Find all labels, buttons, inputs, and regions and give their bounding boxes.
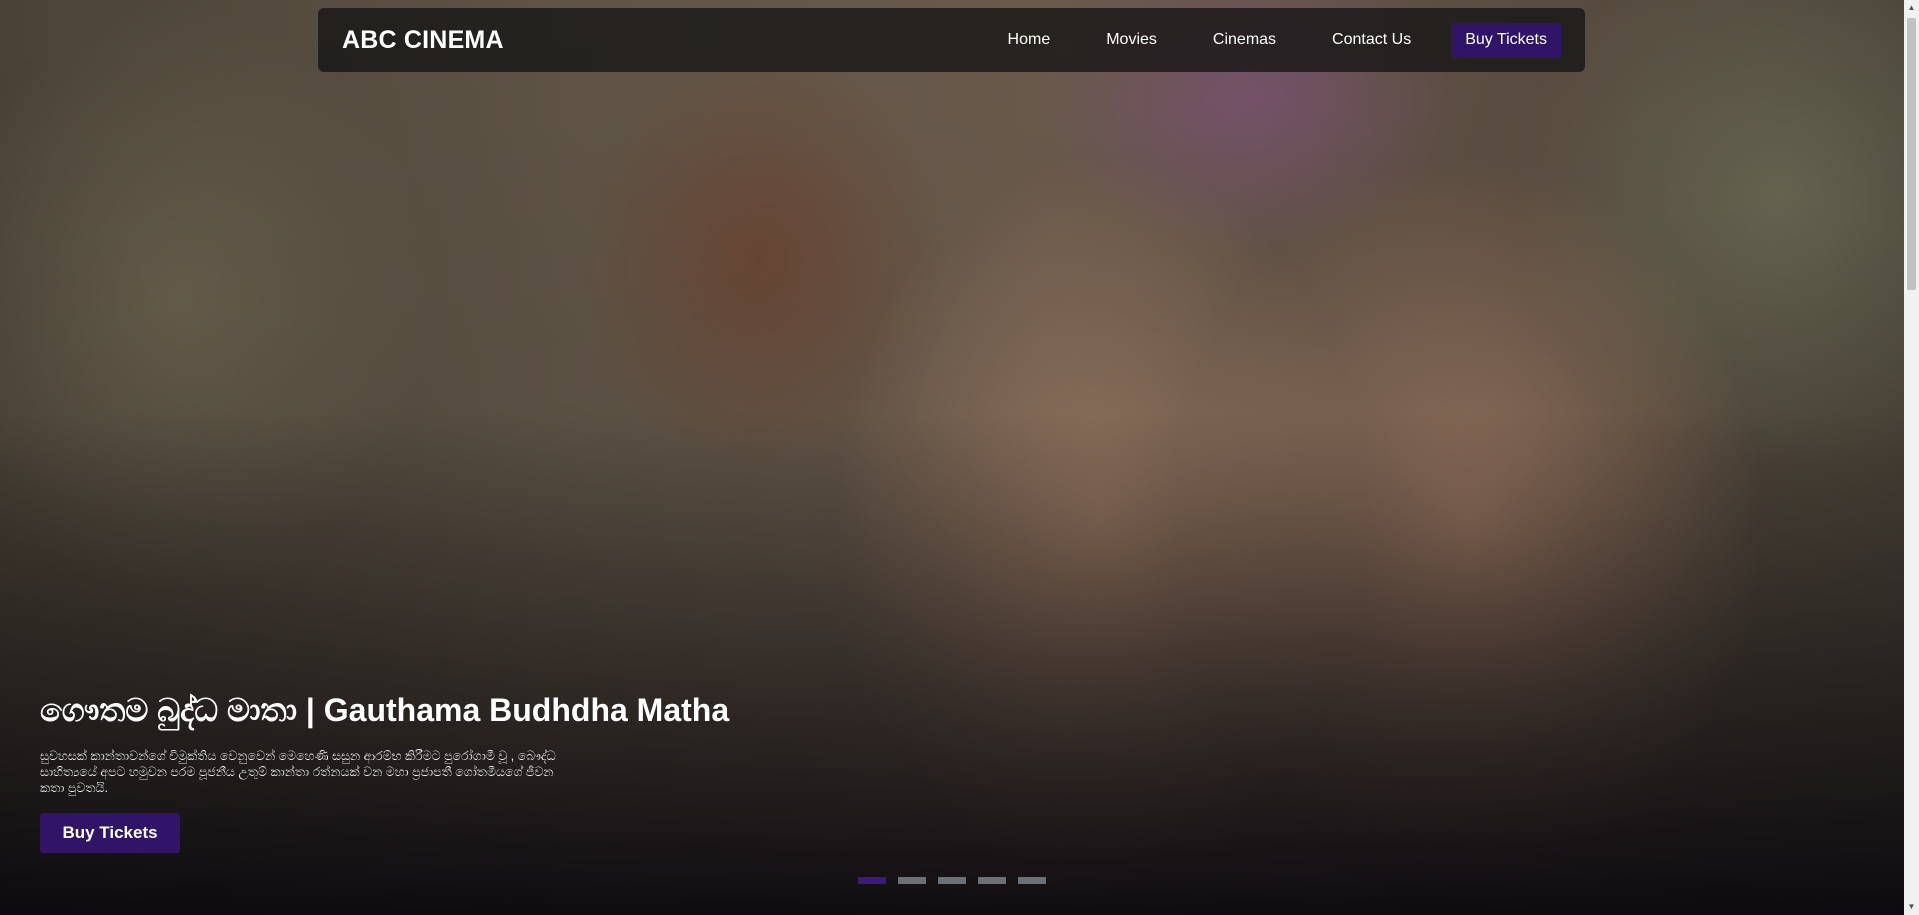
carousel-indicators [858, 877, 1058, 884]
scroll-down-icon[interactable]: ▼ [1907, 902, 1916, 912]
carousel-indicator[interactable] [858, 877, 886, 884]
hero-title: ගෞතම බුද්ධ මාතා | Gauthama Budhdha Matha [40, 692, 730, 728]
scrollbar[interactable]: ▲ ▼ [1904, 0, 1919, 915]
nav-link-movies[interactable]: Movies [1106, 31, 1157, 49]
nav-link-contact-us[interactable]: Contact Us [1332, 31, 1411, 49]
hero-description: සුවහසක් කාන්තාවන්ගේ විමුක්තිය වෙනුවෙන් ම… [40, 749, 556, 795]
carousel-indicator[interactable] [938, 877, 966, 884]
hero-buy-tickets-button[interactable]: Buy Tickets [40, 813, 180, 853]
nav-buy-tickets-button[interactable]: Buy Tickets [1451, 22, 1561, 58]
nav-links: Home Movies Cinemas Contact Us [1008, 31, 1412, 49]
top-navbar: ABC CINEMA Home Movies Cinemas Contact U… [318, 8, 1585, 72]
carousel-indicator[interactable] [978, 877, 1006, 884]
carousel-indicator[interactable] [898, 877, 926, 884]
brand-logo[interactable]: ABC CINEMA [342, 26, 504, 55]
nav-link-home[interactable]: Home [1008, 31, 1051, 49]
nav-link-cinemas[interactable]: Cinemas [1213, 31, 1276, 49]
scroll-thumb[interactable] [1907, 18, 1916, 290]
carousel-indicator[interactable] [1018, 877, 1046, 884]
scroll-up-icon[interactable]: ▲ [1907, 3, 1916, 13]
